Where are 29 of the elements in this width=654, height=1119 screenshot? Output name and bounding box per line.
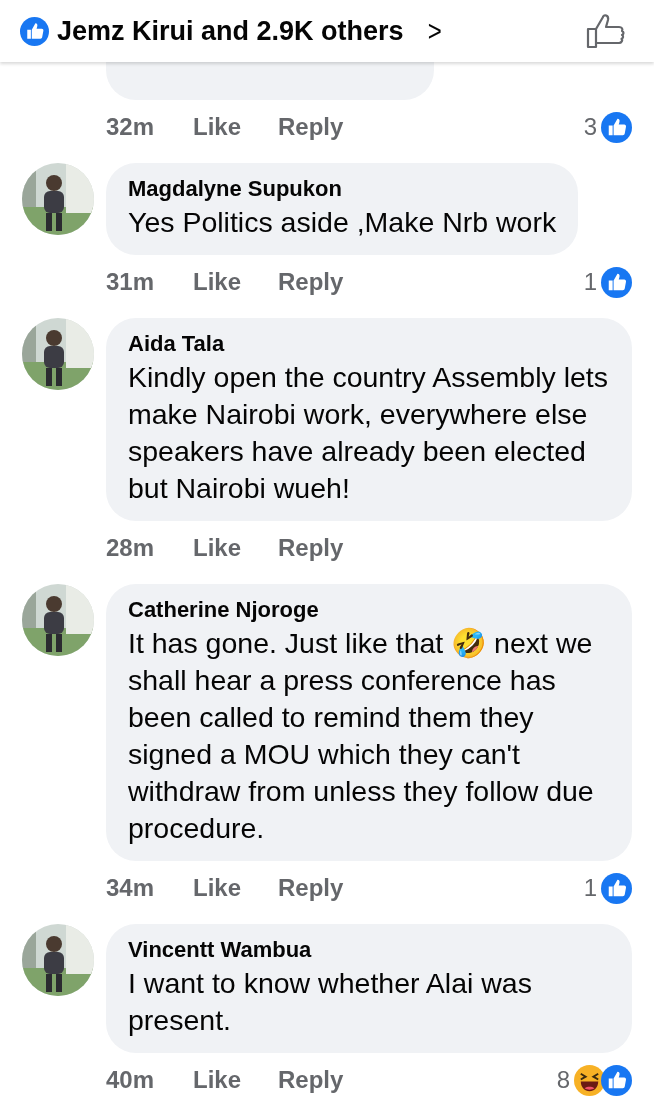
comment-text: I want to know whether Alai was present. [128,966,533,1038]
reactor-summary[interactable]: Jemz Kirui and 2.9K others [57,15,404,47]
comment-text: Kindly open the country Assembly lets make Nairobi work, everywhere else speakers have already been elected but Nairobi wueh! [128,360,609,506]
author-name[interactable]: Aida Tala [128,329,610,359]
action-link[interactable]: Like [193,268,242,296]
author-name[interactable]: Vincentt Wambua [128,935,610,965]
action-link[interactable]: Like [193,874,242,902]
action-link[interactable]: Reply [278,874,344,902]
reaction-count[interactable]: 3 [583,113,597,141]
action-link[interactable]: Reply [278,1066,344,1094]
action-link[interactable]: Like [193,113,242,141]
comment-text: It has gone. Just like that 🤣 next we shall hear a press conference has been called to remind them they signed a MOU which they can't withdraw from unless they follow due procedure. [128,626,595,846]
action-link[interactable]: Like [193,534,242,562]
reaction-count[interactable]: 1 [583,874,597,902]
comment-time: 40m [106,1066,156,1094]
comment-text: Yes Politics aside ,Make Nrb work [128,205,557,240]
author-name[interactable]: Catherine Njoroge [128,595,610,625]
reaction-count[interactable]: 1 [583,268,597,296]
action-link[interactable]: Reply [278,113,344,141]
action-link[interactable]: Like [193,1066,242,1094]
action-link[interactable]: Reply [278,534,344,562]
reaction-count[interactable]: 8 [556,1066,570,1094]
comment-time: 28m [106,534,156,562]
comment-time: 31m [106,268,156,296]
action-link[interactable]: Reply [278,268,344,296]
comment-time: 34m [106,874,156,902]
author-name[interactable]: Magdalyne Supukon [128,174,557,204]
comment-time: 32m [106,113,156,141]
chevron-icon[interactable]: > [427,14,442,48]
